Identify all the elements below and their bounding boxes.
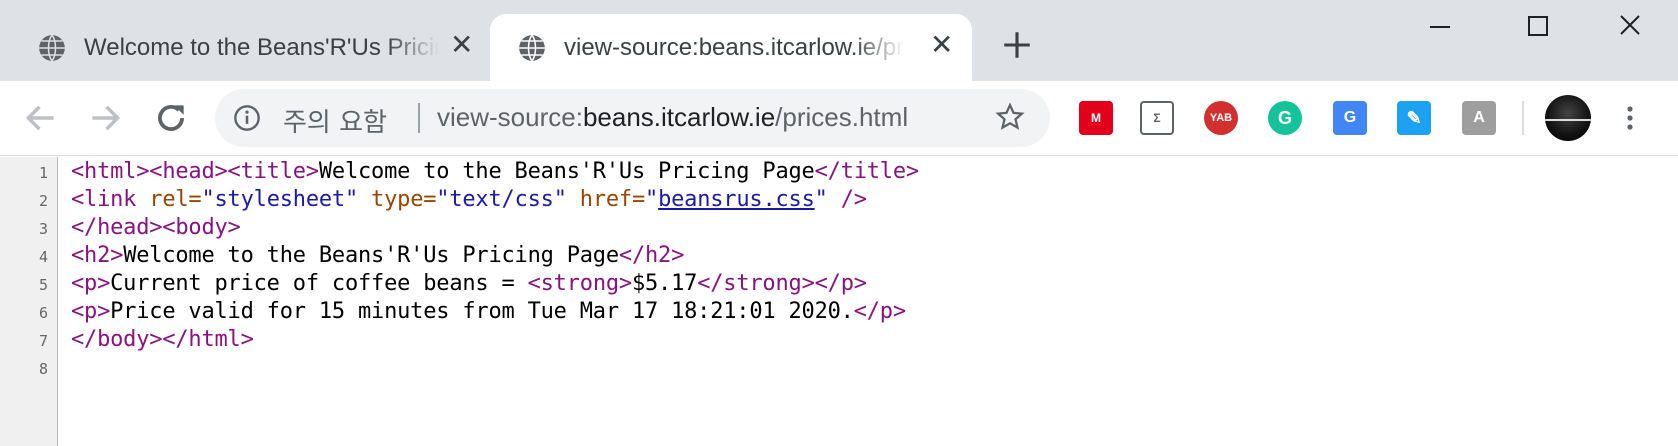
info-icon[interactable]: [233, 104, 261, 132]
extension-label: A: [1473, 109, 1485, 126]
close-tab-icon[interactable]: ✕: [450, 31, 473, 59]
back-icon[interactable]: [22, 99, 60, 137]
line-number: 5: [38, 276, 48, 294]
profile-avatar[interactable]: [1545, 95, 1591, 141]
html-tag: <p>: [71, 299, 111, 324]
stylesheet-link[interactable]: beansrus.css: [658, 187, 815, 212]
attr-value: ": [645, 187, 659, 212]
html-tag: </strong></p>: [697, 271, 867, 296]
source-line-5: <p>Current price of coffee beans = <stro…: [71, 269, 867, 299]
more-menu-icon[interactable]: [1620, 101, 1640, 135]
line-number: 4: [38, 248, 48, 266]
minimize-icon[interactable]: [1420, 12, 1460, 42]
source-line-3: </head><body>: [71, 213, 241, 243]
html-tag: <p>: [71, 271, 111, 296]
extension-label: YAB: [1209, 112, 1233, 124]
text-node: Welcome to the Beans'R'Us Pricing Page: [318, 159, 815, 184]
url-host: beans.itcarlow.ie: [582, 102, 776, 132]
close-window-icon[interactable]: [1610, 12, 1650, 42]
text-node: Current price of coffee beans =: [110, 271, 528, 296]
mendeley-extension-icon[interactable]: M: [1079, 101, 1113, 135]
html-tag: </body></html>: [71, 327, 254, 352]
html-tag: </title>: [814, 159, 920, 184]
pdf-extension-icon[interactable]: A: [1462, 101, 1496, 135]
line-number: 2: [38, 192, 48, 210]
tab-welcome[interactable]: Welcome to the Beans'R'Us Pricing Page ✕: [0, 14, 490, 81]
divider: [418, 103, 420, 133]
line-number: 6: [38, 304, 48, 322]
attr-value: "stylesheet": [201, 187, 359, 212]
html-tag: />: [827, 187, 867, 212]
tab-title: Welcome to the Beans'R'Us Pricing Page: [84, 33, 439, 61]
tab-view-source[interactable]: view-source:beans.itcarlow.ie/prices.htm…: [490, 14, 972, 81]
globe-icon: [39, 34, 65, 61]
pen-extension-icon[interactable]: ✎: [1397, 101, 1431, 135]
attr-value: "text/css": [436, 187, 567, 212]
attr-name: type=: [358, 187, 437, 212]
url-text[interactable]: view-source:beans.itcarlow.ie/prices.htm…: [437, 102, 908, 133]
text-node: Welcome to the Beans'R'Us Pricing Page: [123, 243, 619, 268]
tab-strip: Welcome to the Beans'R'Us Pricing Page ✕…: [0, 0, 1678, 81]
source-line-2: <link rel="stylesheet" type="text/css" h…: [71, 185, 867, 215]
extension-label: Σ: [1153, 111, 1161, 125]
line-number-gutter: 1 2 3 4 5 6 7 8: [0, 157, 58, 446]
address-bar[interactable]: 주의 요함 view-source:beans.itcarlow.ie/pric…: [215, 89, 1050, 147]
attr-value: ": [814, 187, 828, 212]
html-tag: </head><body>: [71, 215, 241, 240]
html-tag: <strong>: [527, 271, 633, 296]
globe-icon: [519, 34, 545, 61]
reload-icon[interactable]: [152, 99, 190, 137]
grammarly-extension-icon[interactable]: G: [1268, 101, 1302, 135]
maximize-icon[interactable]: [1518, 12, 1558, 42]
text-node: Price valid for 15 minutes from Tue Mar …: [110, 299, 854, 324]
line-number: 7: [38, 332, 48, 350]
forward-icon[interactable]: [86, 99, 124, 137]
close-tab-icon[interactable]: ✕: [930, 31, 953, 59]
url-prefix: view-source:: [437, 102, 583, 132]
yab-extension-icon[interactable]: YAB: [1204, 101, 1238, 135]
line-number: 3: [38, 220, 48, 238]
source-line-1: <html><head><title>Welcome to the Beans'…: [71, 157, 919, 187]
html-tag: <h2>: [71, 243, 124, 268]
security-warning-label[interactable]: 주의 요함: [283, 102, 387, 139]
line-number: 8: [38, 360, 48, 378]
attr-name: href=: [566, 187, 646, 212]
attr-name: rel=: [149, 187, 202, 212]
line-number: 1: [38, 164, 48, 182]
url-path: /prices.html: [775, 102, 909, 132]
extension-label: G: [1343, 109, 1357, 126]
extension-label: ✎: [1406, 107, 1422, 128]
sigma-extension-icon[interactable]: Σ: [1140, 101, 1174, 135]
bookmark-star-icon[interactable]: [995, 102, 1025, 132]
extension-label: G: [1277, 107, 1292, 128]
source-line-6: <p>Price valid for 15 minutes from Tue M…: [71, 297, 906, 327]
source-line-7: </body></html>: [71, 325, 254, 355]
price-text: $5.17: [631, 271, 698, 296]
html-tag: </h2>: [618, 243, 685, 268]
html-tag: <link: [71, 187, 150, 212]
google-translate-extension-icon[interactable]: G: [1333, 101, 1367, 135]
html-tag: <html><head><title>: [71, 159, 319, 184]
extension-label: M: [1091, 111, 1101, 125]
toolbar: 주의 요함 view-source:beans.itcarlow.ie/pric…: [0, 81, 1678, 156]
source-line-4: <h2>Welcome to the Beans'R'Us Pricing Pa…: [71, 241, 684, 271]
toolbar-divider: [1522, 101, 1524, 135]
html-tag: </p>: [853, 299, 906, 324]
tab-title: view-source:beans.itcarlow.ie/prices.htm…: [564, 33, 904, 61]
plus-icon[interactable]: [1000, 28, 1034, 62]
